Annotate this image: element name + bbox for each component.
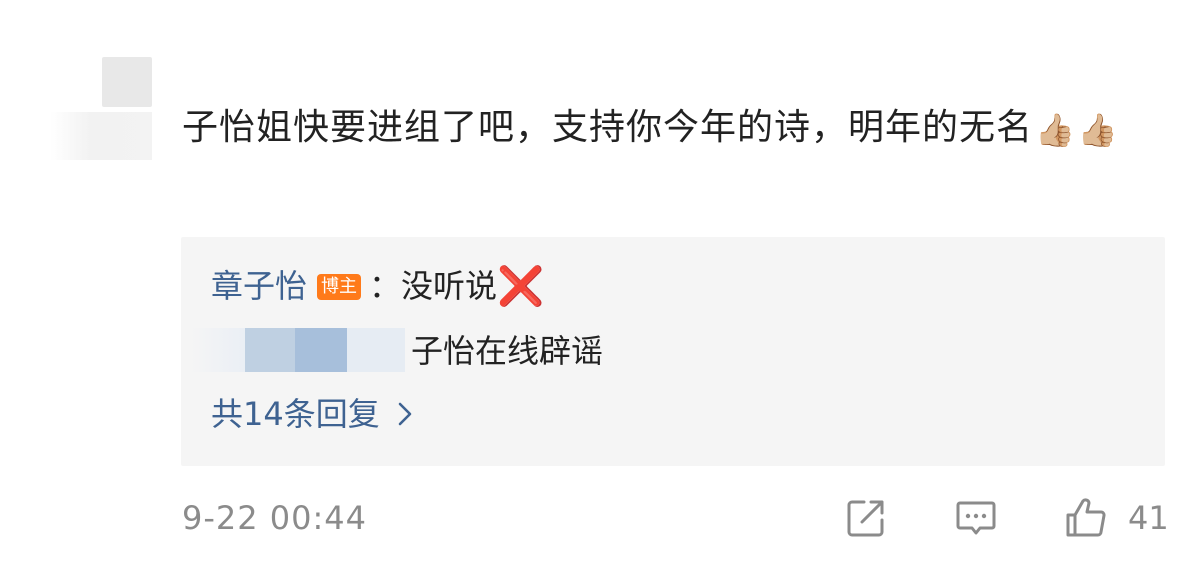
reply-preview-box[interactable]: 章子怡 博主 ：没听说❌ 子怡在线辟谣 共14条回复 xyxy=(181,237,1165,466)
author-reply: 章子怡 博主 ：没听说❌ xyxy=(211,264,544,308)
author-badge: 博主 xyxy=(317,274,362,300)
comment-icon[interactable] xyxy=(954,496,998,540)
share-icon[interactable] xyxy=(844,496,888,540)
cross-mark-icon: ❌ xyxy=(497,264,545,308)
blurred-user-info xyxy=(50,112,152,160)
thumbs-up-emoji: 👍🏼 xyxy=(1077,111,1119,149)
more-replies-link[interactable]: 共14条回复 xyxy=(211,392,412,438)
reply-author-name[interactable]: 章子怡 xyxy=(211,267,307,305)
thumbs-up-icon[interactable] xyxy=(1064,496,1108,540)
second-reply-text: 子怡在线辟谣 xyxy=(411,332,604,370)
comment-timestamp: 9-22 00:44 xyxy=(182,499,368,537)
comment-text: 子怡姐快要进组了吧，支持你今年的诗，明年的无名 xyxy=(182,107,1034,148)
avatar[interactable] xyxy=(102,57,152,107)
reply-separator: ： xyxy=(369,267,402,305)
comment-card: 子怡姐快要进组了吧，支持你今年的诗，明年的无名👍🏼👍🏼 章子怡 博主 ：没听说❌ 子… xyxy=(0,0,1200,566)
blurred-username xyxy=(191,328,411,372)
chevron-right-icon xyxy=(398,394,412,438)
second-reply: 子怡在线辟谣 xyxy=(191,328,604,373)
more-replies-label[interactable]: 共14条回复 xyxy=(211,395,380,433)
thumbs-up-emoji: 👍🏼 xyxy=(1035,111,1076,149)
comment-body: 子怡姐快要进组了吧，支持你今年的诗，明年的无名👍🏼👍🏼 xyxy=(182,98,1142,158)
like-count: 41 xyxy=(1128,499,1169,537)
reply-text: 没听说 xyxy=(401,267,498,305)
